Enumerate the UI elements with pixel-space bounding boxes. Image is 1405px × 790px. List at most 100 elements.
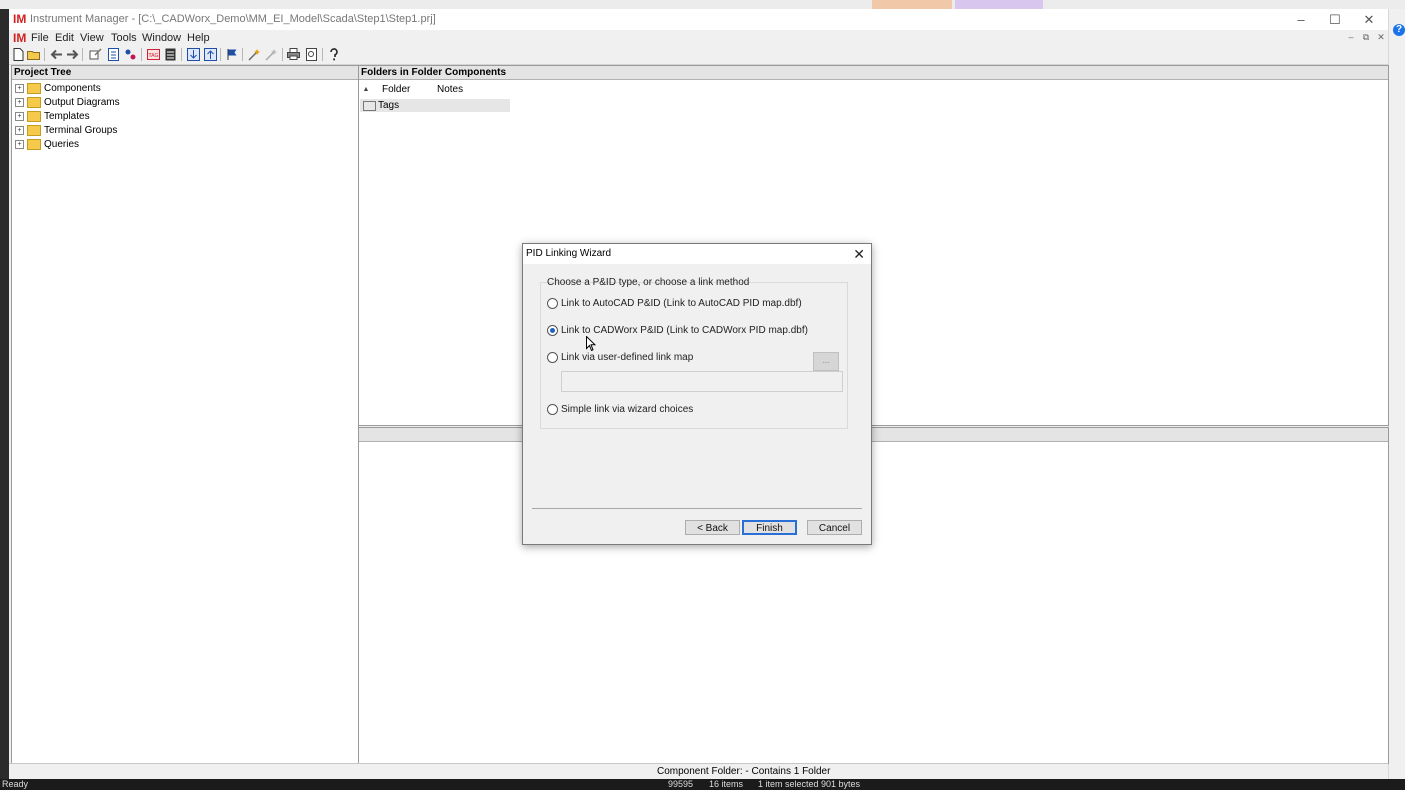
- radio-autocad-pid[interactable]: Link to AutoCAD P&ID (Link to AutoCAD PI…: [547, 298, 802, 309]
- tree-item-label: Templates: [44, 111, 90, 122]
- radio-unchecked-icon[interactable]: [547, 352, 558, 363]
- menu-tools[interactable]: Tools: [111, 32, 137, 44]
- window-title: Instrument Manager - [C:\_CADWorx_Demo\M…: [30, 13, 436, 25]
- taskbar-items-count: 16 items: [709, 779, 744, 789]
- radio-label: Link to CADWorx P&ID (Link to CADWorx PI…: [561, 325, 808, 336]
- folder-icon: [27, 111, 41, 122]
- finish-button[interactable]: Finish: [742, 520, 797, 535]
- tree-item-label: Queries: [44, 139, 80, 150]
- dialog-close-icon[interactable]: ✕: [853, 244, 865, 264]
- radio-simple-link[interactable]: Simple link via wizard choices: [547, 404, 693, 415]
- menu-bar: IM File Edit View Tools Window Help – ⧉ …: [9, 30, 1388, 46]
- tree-item-output-diagrams[interactable]: + Output Diagrams: [15, 96, 120, 109]
- toolbar-separator: [282, 48, 283, 61]
- open-icon[interactable]: [27, 47, 41, 61]
- folders-pane: Folders in Folder Components ▲ Folder No…: [358, 65, 1389, 426]
- toolbar-separator: [220, 48, 221, 61]
- properties-icon[interactable]: [106, 47, 120, 61]
- minimize-icon[interactable]: –: [1284, 9, 1318, 30]
- expand-icon[interactable]: +: [15, 84, 24, 93]
- expand-icon[interactable]: +: [15, 126, 24, 135]
- toolbar-separator: [181, 48, 182, 61]
- mdi-restore-icon[interactable]: ⧉: [1359, 32, 1373, 44]
- mdi-minimize-icon[interactable]: –: [1344, 32, 1358, 44]
- folder-icon: [27, 125, 41, 136]
- background-tab: [872, 0, 952, 9]
- menu-window[interactable]: Window: [142, 32, 181, 44]
- radio-cadworx-pid[interactable]: Link to CADWorx P&ID (Link to CADWorx PI…: [547, 325, 808, 336]
- wizard-icon[interactable]: [247, 47, 261, 61]
- report-icon[interactable]: [163, 47, 177, 61]
- title-bar: IM Instrument Manager - [C:\_CADWorx_Dem…: [9, 9, 1388, 30]
- svg-text:TAG: TAG: [147, 53, 158, 59]
- column-header-notes[interactable]: Notes: [437, 84, 497, 95]
- mdi-close-icon[interactable]: ✕: [1374, 32, 1388, 44]
- back-button[interactable]: < Back: [685, 520, 740, 535]
- radio-label: Link to AutoCAD P&ID (Link to AutoCAD PI…: [561, 298, 802, 309]
- expand-icon[interactable]: +: [15, 98, 24, 107]
- flag-icon[interactable]: [225, 47, 239, 61]
- tree-item-components[interactable]: + Components: [15, 82, 101, 95]
- forward-icon[interactable]: [65, 47, 79, 61]
- link-map-path-field[interactable]: [561, 371, 843, 392]
- expand-icon[interactable]: +: [15, 112, 24, 121]
- tree-item-templates[interactable]: + Templates: [15, 110, 90, 123]
- column-header-folder[interactable]: Folder: [372, 84, 437, 95]
- cancel-button[interactable]: Cancel: [807, 520, 862, 535]
- tag-icon[interactable]: TAG: [146, 47, 160, 61]
- folder-icon: [363, 100, 376, 111]
- status-ready: Ready: [2, 779, 29, 789]
- tree-item-label: Terminal Groups: [44, 125, 118, 136]
- list-item[interactable]: Tags: [360, 99, 510, 112]
- tree-item-terminal-groups[interactable]: + Terminal Groups: [15, 124, 117, 137]
- tree-item-queries[interactable]: + Queries: [15, 138, 79, 151]
- background-window-strip: [0, 0, 1405, 9]
- detail-pane-header: [359, 428, 1388, 442]
- close-icon[interactable]: ✕: [1352, 9, 1386, 30]
- toolbar-separator: [44, 48, 45, 61]
- new-icon[interactable]: [11, 47, 25, 61]
- menu-edit[interactable]: Edit: [55, 32, 74, 44]
- edit-icon[interactable]: [88, 47, 102, 61]
- help-circle-icon[interactable]: ?: [1393, 24, 1405, 36]
- menu-view[interactable]: View: [80, 32, 104, 44]
- tree-item-label: Components: [44, 83, 101, 94]
- radio-label: Link via user-defined link map: [561, 352, 694, 363]
- link-icon[interactable]: [123, 47, 137, 61]
- import-icon[interactable]: [186, 47, 200, 61]
- print-preview-icon[interactable]: [304, 47, 318, 61]
- background-tab: [955, 0, 1043, 9]
- menu-file[interactable]: File: [31, 32, 49, 44]
- list-header: ▲ Folder Notes: [360, 81, 510, 98]
- toolbar-separator: [242, 48, 243, 61]
- dialog-title: PID Linking Wizard: [526, 248, 612, 259]
- menu-help[interactable]: Help: [187, 32, 210, 44]
- radio-checked-icon[interactable]: [547, 325, 558, 336]
- expand-icon[interactable]: +: [15, 140, 24, 149]
- radio-unchecked-icon[interactable]: [547, 404, 558, 415]
- help-icon[interactable]: [327, 47, 341, 61]
- radio-user-defined-map[interactable]: Link via user-defined link map: [547, 352, 693, 363]
- maximize-icon[interactable]: ☐: [1318, 9, 1352, 30]
- detail-pane: [358, 427, 1389, 764]
- dialog-divider: [532, 508, 862, 509]
- sort-ascending-icon[interactable]: ▲: [360, 86, 372, 93]
- project-tree-header: Project Tree: [12, 66, 358, 80]
- filter-icon[interactable]: [264, 47, 278, 61]
- radio-label: Simple link via wizard choices: [561, 404, 694, 415]
- folder-icon: [27, 139, 41, 150]
- back-icon[interactable]: [49, 47, 63, 61]
- status-bar: Component Folder: - Contains 1 Folder: [9, 763, 1388, 780]
- left-taskbar-edge: [0, 9, 9, 779]
- app-logo: IM: [13, 12, 27, 26]
- radio-unchecked-icon[interactable]: [547, 298, 558, 309]
- dialog-title-bar: PID Linking Wizard ✕: [523, 244, 871, 264]
- browse-button[interactable]: ...: [813, 352, 839, 371]
- folder-icon: [27, 97, 41, 108]
- pid-linking-wizard-dialog: PID Linking Wizard ✕ Choose a P&ID type,…: [522, 243, 872, 545]
- toolbar: TAG: [9, 46, 1388, 65]
- print-icon[interactable]: [286, 47, 300, 61]
- project-tree-pane: Project Tree + Components + Output Diagr…: [11, 65, 359, 764]
- export-icon[interactable]: [203, 47, 217, 61]
- taskbar-code: 99595: [668, 779, 694, 789]
